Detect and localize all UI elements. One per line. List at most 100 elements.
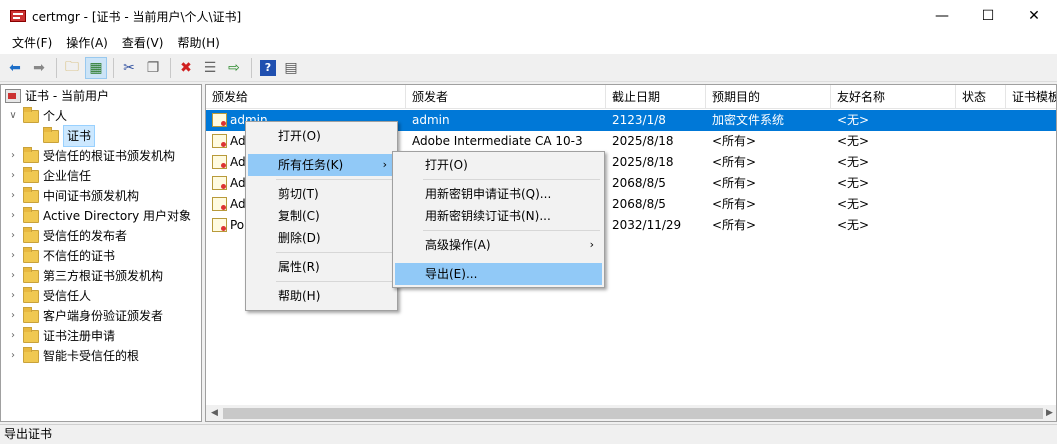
expand-chevron-icon[interactable]: ›	[7, 226, 19, 246]
sort-ascending-icon: ˄	[302, 84, 307, 92]
ctx-properties[interactable]: 属性(R)	[248, 256, 395, 278]
expand-chevron-icon[interactable]: ›	[7, 206, 19, 226]
expand-chevron-icon[interactable]: ›	[7, 306, 19, 326]
column-header: 颁发给 ˄ 颁发者 截止日期 预期目的 友好名称 状态 证书模板	[206, 84, 1056, 109]
cut-icon[interactable]: ✂	[118, 57, 140, 79]
forward-arrow-icon[interactable]: ➡	[28, 57, 50, 79]
ctx-cut[interactable]: 剪切(T)	[248, 183, 395, 205]
back-arrow-icon[interactable]: ⬅	[4, 57, 26, 79]
tree-item-certificates[interactable]: 证书	[27, 125, 96, 147]
col-expiration[interactable]: 截止日期	[606, 85, 706, 109]
folder-icon	[23, 286, 39, 303]
scroll-thumb[interactable]	[223, 408, 1043, 419]
table-cell: <无>	[837, 176, 870, 190]
expand-chevron-icon[interactable]: ›	[7, 246, 19, 266]
table-cell: <所有>	[712, 134, 757, 148]
scroll-left-icon[interactable]: ◀	[206, 405, 223, 421]
folder-icon	[23, 186, 39, 203]
expand-chevron-icon[interactable]: ›	[7, 186, 19, 206]
tree-item[interactable]: › 中间证书颁发机构	[7, 186, 139, 206]
copy-icon[interactable]: ❐	[142, 57, 164, 79]
folder-icon	[23, 206, 39, 223]
menu-action[interactable]: 操作(A)	[59, 32, 115, 54]
col-issuer[interactable]: 颁发者	[406, 85, 606, 109]
expand-chevron-icon[interactable]: ›	[7, 146, 19, 166]
status-bar: 导出证书	[0, 424, 1057, 444]
table-cell: <无>	[837, 218, 870, 232]
table-cell: <所有>	[712, 155, 757, 169]
help-icon[interactable]: ?	[260, 59, 276, 76]
table-cell: 加密文件系统	[712, 113, 785, 127]
table-cell: Adobe Intermediate CA 10-3	[412, 134, 583, 148]
table-cell: 2123/1/8	[612, 113, 666, 127]
menu-bar: 文件(F) 操作(A) 查看(V) 帮助(H)	[0, 32, 1057, 54]
cert-store-icon	[5, 89, 21, 103]
folder-icon	[23, 266, 39, 283]
tree-item[interactable]: › 不信任的证书	[7, 246, 115, 266]
col-purpose[interactable]: 预期目的	[706, 85, 831, 109]
sub-advanced[interactable]: 高级操作(A) ›	[395, 234, 602, 256]
col-friendly-name[interactable]: 友好名称	[831, 85, 956, 109]
ctx-help[interactable]: 帮助(H)	[248, 285, 395, 307]
folder-icon	[23, 246, 39, 263]
col-template[interactable]: 证书模板	[1006, 85, 1056, 109]
maximize-button[interactable]: ☐	[965, 0, 1011, 32]
tree-item[interactable]: › 受信任的根证书颁发机构	[7, 146, 175, 166]
console-icon[interactable]: ▤	[280, 57, 302, 79]
close-button[interactable]: ✕	[1011, 0, 1057, 32]
export-list-icon[interactable]: ⇨	[223, 57, 245, 79]
horizontal-scrollbar[interactable]: ◀ ▶	[206, 405, 1056, 421]
tree-item[interactable]: › Active Directory 用户对象	[7, 206, 191, 226]
table-cell: <无>	[837, 113, 870, 127]
expand-chevron-icon[interactable]: ›	[7, 166, 19, 186]
tree-item-personal[interactable]: ∨ 个人	[7, 106, 67, 126]
table-cell: <无>	[837, 197, 870, 211]
collapse-chevron-icon[interactable]: ∨	[7, 106, 19, 126]
expand-chevron-icon[interactable]: ›	[7, 326, 19, 346]
scroll-right-icon[interactable]: ▶	[1041, 405, 1056, 421]
up-folder-icon[interactable]: 🗀	[61, 57, 83, 79]
menu-help[interactable]: 帮助(H)	[170, 32, 226, 54]
ctx-all-tasks[interactable]: 所有任务(K) ›	[248, 154, 395, 176]
table-cell: 2025/8/18	[612, 134, 674, 148]
sub-export[interactable]: 导出(E)...	[395, 263, 602, 285]
tree-pane: 证书 - 当前用户 ∨ 个人 证书 › 受信任的根证书颁发机构 › 企业信任 › 中间证书…	[0, 84, 202, 422]
table-cell: <所有>	[712, 218, 757, 232]
minimize-button[interactable]: —	[919, 0, 965, 32]
sub-renew-new-key[interactable]: 用新密钥续订证书(N)...	[395, 205, 602, 227]
toolbar: ⬅ ➡ 🗀 ▦ ✂ ❐ ✖ ☰ ⇨ ? ▤	[0, 54, 1057, 82]
ctx-copy[interactable]: 复制(C)	[248, 205, 395, 227]
menu-view[interactable]: 查看(V)	[115, 32, 171, 54]
table-cell: 2068/8/5	[612, 176, 666, 190]
delete-icon[interactable]: ✖	[175, 57, 197, 79]
menu-file[interactable]: 文件(F)	[5, 32, 59, 54]
tree-item[interactable]: › 受信任人	[7, 286, 91, 306]
context-menu: 打开(O) 所有任务(K) › 剪切(T) 复制(C) 删除(D) 属性(R) …	[245, 121, 398, 311]
sub-request-new-key[interactable]: 用新密钥申请证书(Q)...	[395, 183, 602, 205]
folder-icon	[23, 146, 39, 163]
tree-item[interactable]: › 智能卡受信任的根	[7, 346, 139, 366]
tree-item[interactable]: › 第三方根证书颁发机构	[7, 266, 163, 286]
expand-chevron-icon[interactable]: ›	[7, 346, 19, 366]
table-cell: 2032/11/29	[612, 218, 682, 232]
tree-root[interactable]: 证书 - 当前用户	[5, 86, 109, 106]
sub-open[interactable]: 打开(O)	[395, 154, 602, 176]
properties-icon[interactable]: ☰	[199, 57, 221, 79]
table-cell: <所有>	[712, 176, 757, 190]
col-status[interactable]: 状态	[956, 85, 1006, 109]
show-hide-tree-icon[interactable]: ▦	[85, 56, 107, 79]
ctx-delete[interactable]: 删除(D)	[248, 227, 395, 249]
table-cell: <无>	[837, 155, 870, 169]
window-title: certmgr - [证书 - 当前用户\个人\证书]	[32, 9, 242, 24]
expand-chevron-icon[interactable]: ›	[7, 266, 19, 286]
expand-chevron-icon[interactable]: ›	[7, 286, 19, 306]
tree-item[interactable]: › 企业信任	[7, 166, 91, 186]
ctx-open[interactable]: 打开(O)	[248, 125, 395, 147]
tree-item[interactable]: › 受信任的发布者	[7, 226, 127, 246]
tree-item[interactable]: › 客户端身份验证颁发者	[7, 306, 163, 326]
table-cell: 2068/8/5	[612, 197, 666, 211]
folder-icon	[23, 306, 39, 323]
folder-icon	[23, 346, 39, 363]
tree-item[interactable]: › 证书注册申请	[7, 326, 115, 346]
folder-icon	[23, 326, 39, 343]
